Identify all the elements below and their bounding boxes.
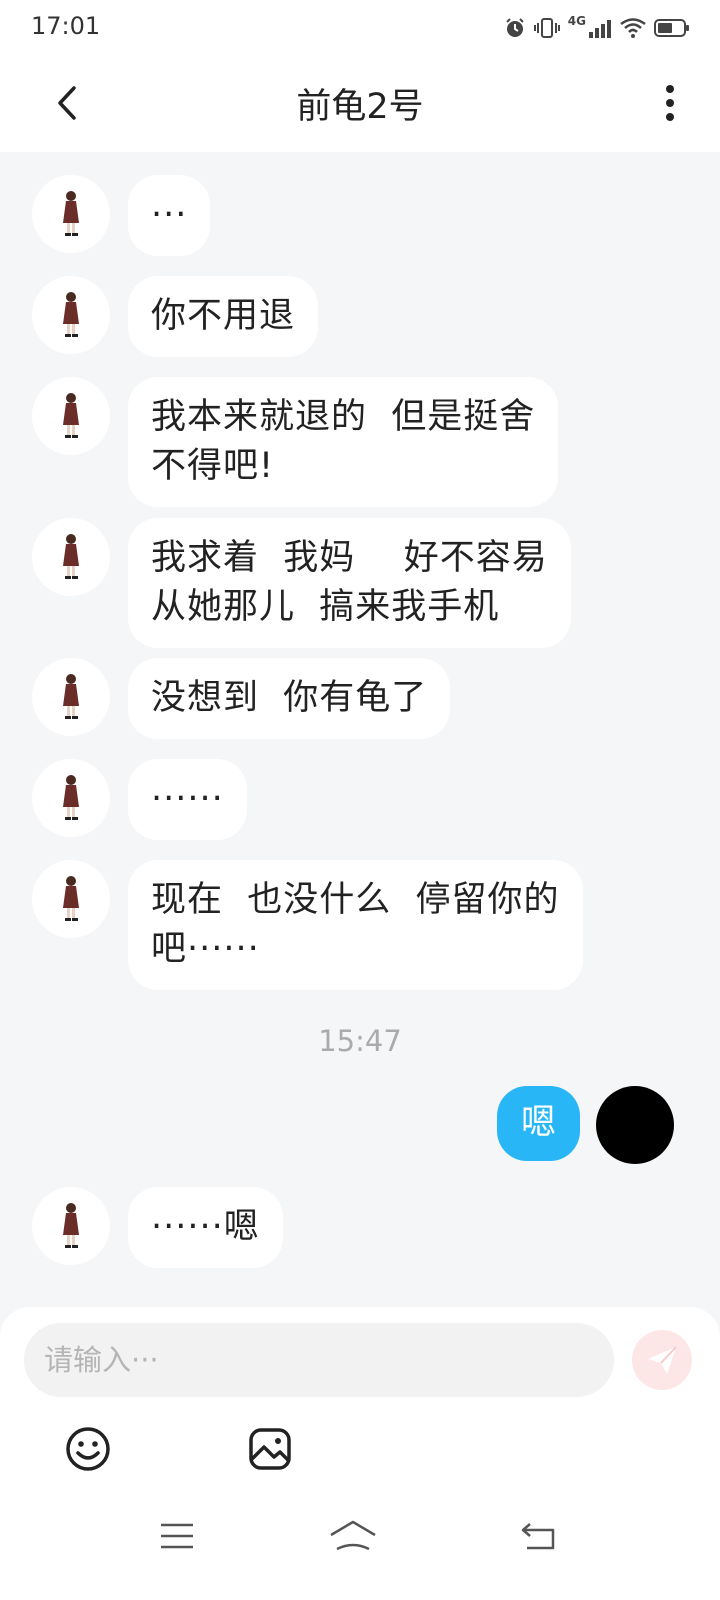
send-button[interactable] — [632, 1330, 692, 1390]
system-navigation-bar — [0, 1487, 720, 1600]
image-button[interactable] — [246, 1425, 294, 1473]
chat-header: 前龟2号 — [0, 56, 720, 152]
recent-apps-button[interactable] — [147, 1511, 207, 1561]
send-icon — [648, 1346, 677, 1374]
message-timestamp: 15:47 — [318, 1024, 402, 1058]
emoji-button[interactable] — [64, 1425, 112, 1473]
message-bubble[interactable]: 我本来就退的 但是挺舍 不得吧! — [128, 377, 559, 507]
composer-panel — [0, 1307, 720, 1487]
self-avatar[interactable] — [596, 1086, 674, 1164]
avatar-figure-icon — [63, 191, 79, 236]
more-vertical-icon — [666, 85, 674, 121]
network-type: 4G — [567, 14, 586, 28]
avatar-figure-icon — [63, 393, 79, 438]
avatar-figure-icon — [63, 775, 79, 820]
message-list[interactable]: ··· 你不用退 我本来就退的 但是挺舍 不得吧! 我求着 我妈 好不容易 从她… — [0, 152, 720, 1307]
contact-avatar[interactable] — [32, 658, 110, 736]
back-system-button[interactable] — [508, 1511, 568, 1561]
contact-avatar[interactable] — [32, 759, 110, 837]
avatar-figure-icon — [63, 292, 79, 337]
avatar-figure-icon — [63, 534, 79, 579]
status-time: 17:01 — [31, 12, 101, 40]
message-bubble[interactable]: ······嗯 — [128, 1187, 283, 1268]
image-icon — [249, 1428, 291, 1470]
avatar-figure-icon — [63, 674, 79, 719]
avatar-figure-icon — [63, 876, 79, 921]
message-bubble[interactable]: ··· — [128, 175, 211, 256]
status-bar: 17:01 4G — [0, 0, 720, 56]
vibrate-icon — [533, 18, 560, 38]
chat-title: 前龟2号 — [296, 87, 424, 127]
message-bubble[interactable]: 你不用退 — [128, 276, 319, 357]
status-icons: 4G — [504, 14, 690, 42]
home-icon — [330, 1520, 376, 1551]
avatar-figure-icon — [63, 1203, 79, 1248]
contact-avatar[interactable] — [32, 860, 110, 938]
home-button[interactable] — [323, 1511, 383, 1561]
wifi-icon — [620, 18, 646, 38]
signal-icon — [589, 20, 611, 38]
more-options-button[interactable] — [650, 78, 690, 128]
message-bubble[interactable]: 我求着 我妈 好不容易 从她那儿 搞来我手机 — [128, 518, 571, 648]
contact-avatar[interactable] — [32, 1187, 110, 1265]
message-outgoing-bubble[interactable]: 嗯 — [496, 1086, 580, 1161]
emoji-icon — [66, 1427, 110, 1471]
contact-avatar[interactable] — [32, 175, 110, 253]
battery-icon — [654, 19, 689, 37]
contact-avatar[interactable] — [32, 518, 110, 596]
contact-avatar[interactable] — [32, 377, 110, 455]
contact-avatar[interactable] — [32, 276, 110, 354]
message-bubble[interactable]: 现在 也没什么 停留你的 吧······ — [128, 860, 583, 990]
menu-icon — [161, 1523, 193, 1549]
return-icon — [521, 1523, 555, 1550]
message-bubble[interactable]: 没想到 你有龟了 — [128, 658, 451, 739]
message-input[interactable] — [24, 1323, 614, 1397]
message-bubble[interactable]: ······ — [128, 759, 247, 840]
alarm-icon — [506, 18, 524, 37]
